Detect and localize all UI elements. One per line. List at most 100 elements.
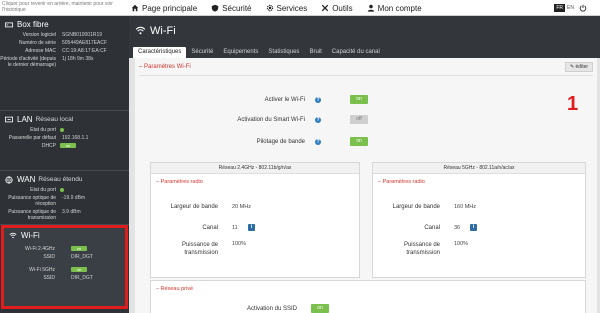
tab-bar: Caractéristiques Sécurité Equipements St… bbox=[129, 45, 600, 58]
box-serial-label: Numéro de série bbox=[19, 40, 56, 46]
band-24ghz-radio-title-text: Paramètres radio bbox=[160, 179, 203, 185]
nav-account[interactable]: Mon compte bbox=[367, 4, 422, 13]
wan-port-label: Etat du port bbox=[30, 187, 56, 193]
band-24ghz-radio-title: – Paramètres radio bbox=[156, 179, 203, 185]
tab-devices[interactable]: Equipements bbox=[218, 47, 263, 58]
band-5ghz-bandwidth-row: Largeur de bande 160 MHz bbox=[377, 204, 476, 210]
home-icon bbox=[131, 4, 139, 12]
private-network-card: – Réseau privé Activation du SSID on bbox=[150, 280, 586, 313]
band-24ghz-bandwidth-value: 20 MHz bbox=[232, 204, 251, 210]
box-mac-label: Adresse MAC bbox=[25, 48, 56, 54]
band-5ghz-power-label: Puissance de transmission bbox=[403, 242, 440, 256]
lang-en-button[interactable]: EN bbox=[565, 4, 576, 12]
sidebar-wan-header: WAN Réseau étendu bbox=[0, 174, 129, 185]
wifi-params-title-text: Paramètres Wi-Fi bbox=[144, 64, 191, 70]
wifi-icon bbox=[135, 26, 146, 35]
band-24ghz-power-value: 100% bbox=[232, 241, 247, 247]
box-icon bbox=[5, 22, 13, 28]
sidebar-box[interactable]: Box fibre Version logiciel SGNB010001R19 … bbox=[0, 16, 129, 111]
sidebar-lan-title: LAN bbox=[17, 115, 33, 124]
info-icon[interactable]: i bbox=[248, 224, 255, 231]
info-icon[interactable]: i bbox=[470, 224, 477, 231]
tools-icon bbox=[321, 4, 329, 12]
box-version-label: Version logiciel bbox=[22, 32, 56, 38]
help-icon[interactable]: ? bbox=[315, 116, 321, 123]
band-5ghz-radio-title-text: Paramètres radio bbox=[382, 179, 425, 185]
tab-security[interactable]: Sécurité bbox=[186, 47, 218, 58]
band-5ghz-power-value: 100% bbox=[454, 241, 469, 247]
band-5ghz-channel-value: 36 bbox=[454, 224, 461, 231]
wifi5-label: Wi-Fi 5GHz bbox=[29, 267, 55, 273]
band-5ghz-channel-label: Canal bbox=[424, 224, 440, 231]
wifi24-label: Wi-Fi 2.4GHz bbox=[25, 246, 55, 252]
wan-tx-power-label: Puissance optique de transmission bbox=[8, 209, 56, 221]
lan-dhcp-badge: on bbox=[60, 143, 76, 148]
tab-channel-capacity[interactable]: Capacité du canal bbox=[327, 47, 385, 58]
nav-security-label: Sécurité bbox=[222, 3, 252, 13]
wifi-params-title: – Paramètres Wi-Fi bbox=[139, 64, 191, 70]
band-5ghz-radio-title: – Paramètres radio bbox=[378, 179, 425, 185]
wifi-icon bbox=[9, 232, 17, 239]
ssid-activation-row: Activation du SSID on bbox=[231, 304, 329, 313]
settings-panel: – Paramètres Wi-Fi ✎ éditer Activer le W… bbox=[135, 58, 597, 313]
box-serial-value: 505449AE817EACF bbox=[62, 40, 108, 46]
band-5ghz-bandwidth-label: Largeur de bande bbox=[392, 204, 440, 210]
band-24ghz-power-label: Puissance de transmission bbox=[181, 242, 218, 256]
help-icon[interactable]: ? bbox=[315, 96, 321, 103]
shield-icon bbox=[211, 4, 219, 12]
setting-row-smart-wifi: Activation du Smart Wi-Fi ? off bbox=[215, 115, 368, 124]
nav-home[interactable]: Page principale bbox=[131, 4, 197, 13]
tab-characteristics[interactable]: Caractéristiques bbox=[133, 47, 187, 58]
wifi5-ssid-label: SSID bbox=[43, 275, 55, 281]
nav-security[interactable]: Sécurité bbox=[211, 3, 252, 13]
power-icon[interactable] bbox=[579, 4, 587, 12]
band-24ghz-power-row: Puissance de transmission 100% bbox=[155, 241, 246, 257]
lang-fr-button[interactable]: FR bbox=[554, 4, 566, 12]
sidebar-lan-header: LAN Réseau local bbox=[0, 114, 129, 125]
band-5ghz-bandwidth-value: 160 MHz bbox=[454, 204, 477, 210]
setting-wifi-label: Activer le Wi-Fi bbox=[264, 96, 305, 103]
lan-gateway-label: Passerelle par défaut bbox=[8, 135, 56, 141]
edit-button[interactable]: ✎ éditer bbox=[565, 62, 593, 72]
nav-services[interactable]: Services bbox=[266, 3, 308, 13]
ssid-activation-toggle[interactable]: on bbox=[311, 304, 329, 313]
main-nav: Page principale Sécurité Services Outils… bbox=[131, 0, 436, 16]
help-icon[interactable]: ? bbox=[315, 138, 321, 145]
box-version-value: SGNB010001R19 bbox=[62, 32, 103, 38]
tab-statistics[interactable]: Statistiques bbox=[263, 47, 304, 58]
sidebar-lan[interactable]: LAN Réseau local Etat du port Passerelle… bbox=[0, 111, 129, 171]
nav-tools[interactable]: Outils bbox=[321, 4, 353, 13]
page-title: Wi-Fi bbox=[150, 24, 176, 37]
network-icon bbox=[5, 116, 13, 123]
smart-wifi-toggle[interactable]: off bbox=[350, 115, 368, 124]
wifi-toggle[interactable]: on bbox=[350, 95, 368, 104]
band-steering-toggle[interactable]: on bbox=[350, 137, 368, 146]
sidebar-wan[interactable]: WAN Réseau étendu Etat du port Puissance… bbox=[0, 171, 129, 225]
sidebar-box-title: Box fibre bbox=[17, 20, 49, 29]
sidebar-wifi-header: Wi-Fi bbox=[4, 230, 125, 241]
lan-gateway-value: 192.168.1.1 bbox=[62, 135, 89, 141]
private-network-title-text: Réseau privé bbox=[160, 286, 194, 292]
band-24ghz-card: Réseau 2.4GHz - 802.11b/g/n/ax – Paramèt… bbox=[150, 162, 360, 278]
setting-band-steering-label: Pilotage de bande bbox=[256, 138, 305, 145]
nav-services-label: Services bbox=[276, 3, 308, 13]
band-24ghz-bandwidth-row: Largeur de bande 20 MHz bbox=[155, 204, 251, 210]
band-5ghz-title: Réseau 5GHz - 802.11a/n/ac/ax bbox=[373, 163, 585, 174]
band-24ghz-title: Réseau 2.4GHz - 802.11b/g/n/ax bbox=[151, 163, 359, 174]
band-5ghz-power-row: Puissance de transmission 100% bbox=[377, 241, 468, 257]
nav-home-label: Page principale bbox=[142, 3, 198, 13]
wan-rx-power-label: Puissance optique de réception bbox=[8, 195, 56, 207]
wifi5-badge: on bbox=[71, 267, 87, 272]
box-uptime-label: Période d'activité (depuis le dernier dé… bbox=[0, 56, 56, 68]
lan-dhcp-label: DHCP bbox=[41, 143, 56, 149]
wan-port-status-icon bbox=[60, 188, 64, 192]
wifi5-ssid-value: DIR_DGT bbox=[71, 275, 93, 281]
tab-noise[interactable]: Bruit bbox=[304, 47, 326, 58]
sidebar-wan-title: WAN bbox=[17, 175, 36, 184]
sidebar-box-header: Box fibre bbox=[0, 19, 129, 30]
lan-port-label: Etat du port bbox=[30, 127, 56, 133]
sidebar-wifi[interactable]: Wi-Fi Wi-Fi 2.4GHz on SSID DIR_DGT Wi-Fi 5… bbox=[1, 225, 128, 309]
setting-smart-wifi-label: Activation du Smart Wi-Fi bbox=[237, 116, 305, 123]
annotation-marker: 1 bbox=[567, 93, 579, 115]
sidebar-wan-subtitle: Réseau étendu bbox=[38, 176, 83, 183]
